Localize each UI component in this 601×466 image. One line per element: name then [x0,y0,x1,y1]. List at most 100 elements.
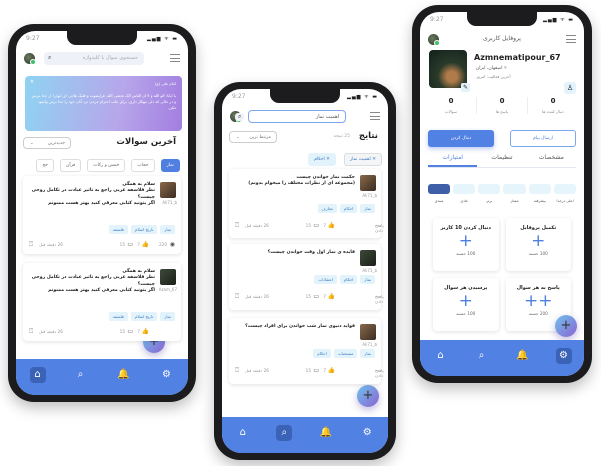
comment-icon[interactable]: ▭ [313,367,319,374]
timestamp: 26 دقیقه قبل [39,242,63,247]
add-question-button[interactable]: + [357,385,379,407]
comment-icon[interactable]: ▭ [127,241,133,248]
question-text: فواید دنیوی نماز شب خواندن برای افراد چی… [245,324,355,329]
user-avatar[interactable] [360,175,376,191]
tag[interactable]: تاریخ اسلام [130,312,158,321]
category-chip[interactable]: خمس و زکات [87,159,126,172]
nav-home-icon[interactable]: ⌂ [235,425,251,441]
close-icon[interactable]: ✕ [371,157,376,162]
category-chip[interactable]: قرآن [60,159,82,172]
results-screen: 9:27 ▂▄▆ ᯤ ▬ اهمیت نماز ⌕ نتایج 25 نتیجه … [222,89,388,453]
nav-home-icon[interactable]: ⌂ [433,348,449,364]
comment-icon[interactable]: ▭ [127,328,133,335]
username[interactable]: Ali71_b [162,200,177,205]
like-icon[interactable]: 👍 [142,241,149,248]
question-card[interactable]: Ali71_b حکمت نماز خواندن چیست (مجموعه ای … [229,169,384,238]
like-icon[interactable]: 👍 [328,222,335,229]
question-card[interactable]: Ali71_b سلام به همگی نظر فلاسفه غربی راجع… [23,176,181,254]
comment-icon[interactable]: ▭ [313,222,319,229]
tag[interactable]: نماز [360,349,375,358]
username[interactable]: Ali71_b [362,342,377,347]
user-avatar[interactable] [160,269,176,285]
filter-chip[interactable]: ✕ احکام [308,153,336,166]
category-chip[interactable]: نماز [160,159,180,172]
filter-chip[interactable]: ✕ اهمیت نماز [343,153,382,166]
tag[interactable]: نماز [360,204,375,213]
page-title: نتایج [358,131,378,141]
sort-dropdown[interactable]: جدیدترین ⌄ [23,137,71,149]
close-icon[interactable]: ✕ [30,79,34,85]
nav-search-icon[interactable]: ⌕ [474,348,490,364]
tab-points[interactable]: امتیازات [428,154,478,167]
username[interactable]: Azam_67 [159,287,177,292]
nav-search-icon[interactable]: ⌕ [276,425,293,441]
edit-photo-icon[interactable]: ✎ [461,83,470,92]
tag[interactable]: اعتقادات [314,275,337,284]
username[interactable]: Ali71_b [362,193,377,198]
bookmark-icon[interactable]: ⍞ [235,221,239,230]
tag[interactable]: معارف [317,204,337,213]
bookmark-icon[interactable]: ⍞ [235,292,239,301]
achievement-card[interactable]: تکمیل پروفایل +100 حسنه [505,218,571,271]
follow-button[interactable]: دنبال کردن [428,130,494,147]
tag[interactable]: نماز [160,312,175,321]
stat-item: 0 پاسخ ها [476,97,527,114]
nav-notifications-icon[interactable]: 🔔 [116,367,132,383]
nav-settings-icon[interactable]: ⚙ [159,367,175,383]
nav-notifications-icon[interactable]: 🔔 [318,425,334,441]
user-avatar[interactable] [160,182,176,198]
banner-author: امام علی (ع) [155,81,176,86]
profile-tabs: مشخصات تنظیمات امتیازات [428,154,576,168]
nav-search-icon[interactable]: ⌕ [73,367,89,383]
category-chip[interactable]: حجاب [131,159,155,172]
tab-settings[interactable]: تنظیمات [477,154,526,167]
timestamp: 26 دقیقه قبل [245,368,269,373]
question-card[interactable]: Ali71_b فایده ی نماز اول وقت خواندن چیست؟… [229,244,384,310]
add-question-button[interactable]: + [555,315,577,337]
question-card[interactable]: Azam_67 سلام به همگی نظر فلاسفه غربی راجع… [23,263,181,341]
tab-details[interactable]: مشخصات [527,154,576,167]
nav-notifications-icon[interactable]: 🔔 [515,348,531,364]
nav-settings-icon[interactable]: ⚙ [359,425,375,441]
phone-home: 9:27 ▂▄▆ ᯤ ▬ جستجوی سوال با کلیدواژه ⌕ ام… [8,24,196,402]
tag[interactable]: تاریخ اسلام [130,225,158,234]
close-icon[interactable]: ✕ [325,157,330,162]
bookmark-icon[interactable]: ⍞ [235,366,239,375]
like-icon[interactable]: 👍 [328,367,335,374]
sort-dropdown[interactable]: مرتبط ترین ⌄ [229,131,277,143]
user-avatar[interactable] [360,324,376,340]
like-icon[interactable]: 👍 [142,328,149,335]
tag[interactable]: فلسفه [108,225,128,234]
send-message-button[interactable]: ارسال پیام [510,130,576,147]
status-time: 9:27 [430,16,444,23]
category-chip[interactable]: حج [36,159,55,172]
bookmark-icon[interactable]: ⍞ [29,240,33,249]
menu-icon[interactable] [370,112,380,120]
tag[interactable]: فلسفه [108,312,128,321]
tags: نماز احکام اعتقادات [314,275,375,284]
nav-settings-icon[interactable]: ⚙ [555,348,572,364]
achievement-card[interactable]: دنبال کردن 10 کاربر +100 حسنه [433,218,499,271]
user-avatar[interactable] [360,250,376,266]
achievement-card[interactable]: پرسیدن هر سوال +100 حسنه [433,278,499,331]
menu-icon[interactable] [170,54,180,62]
comment-icon[interactable]: ▭ [313,293,319,300]
tag[interactable]: نماز [160,225,175,234]
sort-label: جدیدترین [47,141,65,146]
badge-icon[interactable]: ♙ [564,82,576,94]
search-input[interactable]: اهمیت نماز ⌕ [235,110,346,123]
tag[interactable]: احکام [313,349,331,358]
tag[interactable]: احکام [339,275,358,284]
question-card[interactable]: Ali71_b فواید دنیوی نماز شب خواندن برای ا… [229,318,384,384]
avatar[interactable] [24,53,36,65]
tag[interactable]: احکام [339,204,358,213]
menu-icon[interactable] [566,35,576,43]
profile-screen: 9:27 ▂▄▆ ᯤ ▬ پروفایل کاربری ✎ Azmnematip… [420,12,584,376]
bookmark-icon[interactable]: ⍞ [29,327,33,336]
like-icon[interactable]: 👍 [328,293,335,300]
tag[interactable]: نماز [360,275,375,284]
nav-home-icon[interactable]: ⌂ [29,367,46,383]
username[interactable]: Ali71_b [362,268,377,273]
tag[interactable]: مستحبات [333,349,358,358]
search-input[interactable]: جستجوی سوال با کلیدواژه ⌕ [44,52,144,65]
